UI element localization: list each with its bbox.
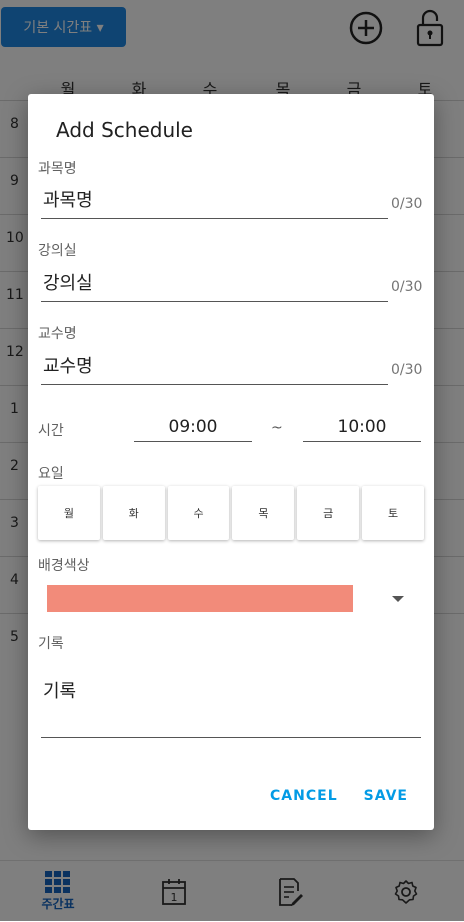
save-button[interactable]: SAVE — [364, 788, 408, 804]
weekday-button-fri[interactable]: 금 — [297, 486, 360, 540]
time-separator: ~ — [271, 420, 283, 436]
memo-input[interactable]: 기록 — [41, 677, 421, 738]
background-color-label: 배경색상 — [38, 558, 90, 574]
cancel-button[interactable]: CANCEL — [270, 788, 338, 804]
dialog-actions: CANCEL SAVE — [270, 788, 408, 804]
subject-input[interactable]: 과목명 — [41, 184, 388, 219]
room-label: 강의실 — [38, 243, 77, 259]
subject-label: 과목명 — [38, 161, 77, 177]
professor-char-counter: 0/30 — [391, 362, 423, 378]
professor-label: 교수명 — [38, 326, 77, 342]
weekday-selector: 월 화 수 목 금 토 — [38, 486, 424, 542]
room-char-counter: 0/30 — [391, 279, 423, 295]
weekday-button-tue[interactable]: 화 — [102, 486, 165, 540]
subject-char-counter: 0/30 — [391, 196, 423, 212]
weekday-button-thu[interactable]: 목 — [232, 486, 295, 540]
time-label: 시간 — [38, 423, 64, 439]
chevron-down-icon[interactable] — [392, 596, 404, 602]
dialog-title: Add Schedule — [56, 118, 193, 142]
weekday-button-wed[interactable]: 수 — [167, 486, 230, 540]
weekday-label: 요일 — [38, 466, 64, 482]
weekday-button-sat[interactable]: 토 — [362, 486, 424, 540]
weekday-button-mon[interactable]: 월 — [38, 486, 100, 540]
start-time-input[interactable]: 09:00 — [134, 414, 252, 442]
end-time-input[interactable]: 10:00 — [303, 414, 421, 442]
add-schedule-dialog: Add Schedule 과목명 과목명 0/30 강의실 강의실 0/30 교… — [28, 94, 434, 830]
room-input[interactable]: 강의실 — [41, 267, 388, 302]
memo-label: 기록 — [38, 636, 64, 652]
professor-input[interactable]: 교수명 — [41, 350, 388, 385]
background-color-swatch[interactable] — [47, 585, 353, 612]
